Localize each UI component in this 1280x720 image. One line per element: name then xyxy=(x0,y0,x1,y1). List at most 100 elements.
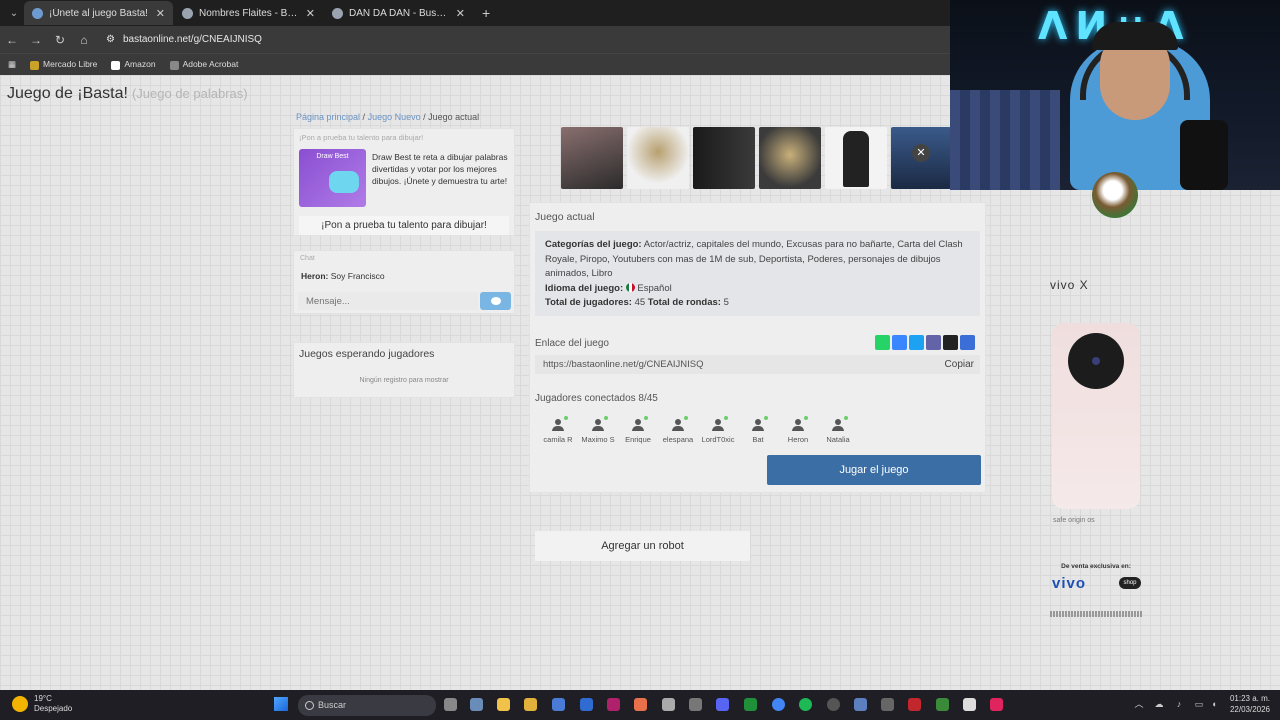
taskbar-search[interactable]: Buscar xyxy=(298,695,436,716)
tab-list-icon[interactable]: ⌄ xyxy=(4,8,24,19)
discord-icon[interactable] xyxy=(716,698,729,711)
ad-thumbnail[interactable] xyxy=(693,127,755,189)
url-field[interactable]: ⚙ bastaonline.net/g/CNEAIJNISQ xyxy=(106,34,262,45)
close-tab-icon[interactable]: ✕ xyxy=(306,7,315,20)
twitter-icon[interactable] xyxy=(909,335,924,350)
bookmark-label: Adobe Acrobat xyxy=(182,59,239,70)
side-advertisement[interactable]: vivo X safe origin os De venta exclusiva… xyxy=(1047,265,1145,625)
chrome-icon[interactable] xyxy=(772,698,785,711)
mic-icon[interactable]: ♪ xyxy=(1174,699,1184,709)
app-icon[interactable] xyxy=(689,698,702,711)
browser-tab[interactable]: Nombres Flaites - Buscar con G ✕ xyxy=(174,1,323,25)
player-item: Heron xyxy=(778,416,818,444)
game-link-field[interactable]: https://bastaonline.net/g/CNEAIJNISQ Cop… xyxy=(535,355,980,374)
ad-thumbnail[interactable] xyxy=(759,127,821,189)
windows-start-icon[interactable] xyxy=(274,697,288,711)
snapchat-icon[interactable] xyxy=(943,335,958,350)
player-item: Maximo S xyxy=(578,416,618,444)
whatsapp-icon[interactable] xyxy=(875,335,890,350)
browser-tab-active[interactable]: ¡Únete al juego Basta! ✕ xyxy=(24,1,173,25)
app-icon[interactable] xyxy=(881,698,894,711)
display-icon[interactable]: ▭ xyxy=(1194,699,1204,709)
close-tab-icon[interactable]: ✕ xyxy=(456,7,465,20)
chevron-up-icon[interactable]: ︿ xyxy=(1090,556,1100,571)
speaker-icon[interactable]: ◖ xyxy=(1209,699,1219,709)
tf-icon[interactable] xyxy=(908,698,921,711)
back-icon[interactable]: ← xyxy=(6,33,18,47)
steam-icon[interactable] xyxy=(827,698,840,711)
next-app-icon[interactable] xyxy=(607,698,620,711)
docs-icon[interactable] xyxy=(580,698,593,711)
bookmark-adobe[interactable]: Adobe Acrobat xyxy=(169,59,239,70)
bed-background xyxy=(950,90,1060,190)
messenger-icon[interactable] xyxy=(892,335,907,350)
ad-thumbnail[interactable] xyxy=(627,127,689,189)
home-icon[interactable]: ⌂ xyxy=(78,33,90,47)
browser-tab[interactable]: DAN DA DAN - Buscar con Goo ✕ xyxy=(324,1,473,25)
game-header: Juego actual xyxy=(535,211,595,223)
clock[interactable]: 01:23 a. m. 22/03/2026 xyxy=(1230,693,1270,715)
player-item: LordT0xic xyxy=(698,416,738,444)
play-game-button[interactable]: Jugar el juego xyxy=(767,455,981,485)
share-plus-icon[interactable] xyxy=(960,335,975,350)
apps-icon[interactable]: ▦ xyxy=(8,59,16,70)
categories-label: Categorías del juego: xyxy=(545,239,642,250)
teams-icon[interactable] xyxy=(926,335,941,350)
bookmark-mercado-libre[interactable]: Mercado Libre xyxy=(30,59,97,70)
user-icon xyxy=(752,419,764,431)
draw-best-image[interactable]: Draw Best xyxy=(299,149,366,207)
url-text: bastaonline.net/g/CNEAIJNISQ xyxy=(122,34,262,45)
folder-icon[interactable] xyxy=(524,698,537,711)
ad-thumbnail[interactable] xyxy=(561,127,623,189)
capcut-icon[interactable] xyxy=(963,698,976,711)
settings-icon[interactable] xyxy=(470,698,483,711)
copy-button[interactable]: Copiar xyxy=(945,355,974,374)
weather-widget[interactable]: 19°C Despejado xyxy=(12,694,72,714)
chat-bubble-icon xyxy=(491,297,501,305)
bookmark-amazon[interactable]: Amazon xyxy=(111,59,156,70)
file-explorer-icon[interactable] xyxy=(497,698,510,711)
network-icon[interactable]: ☁ xyxy=(1154,699,1164,709)
chat-text: Soy Francisco xyxy=(330,271,385,281)
add-robot-button[interactable]: Agregar un robot xyxy=(535,531,750,561)
online-dot xyxy=(804,416,808,420)
chat-header: Chat xyxy=(300,255,315,262)
user-icon xyxy=(632,419,644,431)
chat-card: Chat Heron: Soy Francisco xyxy=(293,250,515,314)
online-dot xyxy=(564,416,568,420)
adobe-icon xyxy=(169,60,179,70)
forward-icon[interactable]: → xyxy=(30,33,42,47)
excel-icon[interactable] xyxy=(744,698,757,711)
tab-title: ¡Únete al juego Basta! xyxy=(49,7,148,19)
mexico-flag-icon xyxy=(625,283,635,293)
breadcrumb-new-game[interactable]: Juego Nuevo xyxy=(368,112,421,122)
phone-image xyxy=(1052,323,1140,509)
page-title-text: Juego de ¡Basta! xyxy=(7,85,128,102)
outlook-icon[interactable] xyxy=(552,698,565,711)
obs-icon[interactable] xyxy=(662,698,675,711)
send-button[interactable] xyxy=(480,292,511,310)
breadcrumb-home[interactable]: Página principal xyxy=(296,112,360,122)
link-label: Enlace del juego xyxy=(535,338,609,349)
new-tab-button[interactable]: + xyxy=(474,5,498,21)
spotify-icon[interactable] xyxy=(799,698,812,711)
webcam-overlay: ɅИ∪Ʌ xyxy=(950,0,1280,190)
task-view-icon[interactable] xyxy=(444,698,457,711)
promo-button[interactable]: ¡Pon a prueba tu talento para dibujar! xyxy=(299,216,509,235)
chevron-up-icon[interactable]: ︿ xyxy=(1134,699,1144,709)
ad-thumbnail[interactable] xyxy=(825,127,887,189)
site-info-icon[interactable]: ⚙ xyxy=(106,34,115,45)
player-name: Natalia xyxy=(826,435,850,444)
chat-input[interactable] xyxy=(298,292,478,310)
game-link: https://bastaonline.net/g/CNEAIJNISQ xyxy=(543,359,704,370)
reload-icon[interactable]: ↻ xyxy=(54,33,66,47)
streamer-cap xyxy=(1092,22,1178,50)
photos-icon[interactable] xyxy=(634,698,647,711)
app-icon[interactable] xyxy=(936,698,949,711)
player-item: Bat xyxy=(738,416,778,444)
tiktok-icon[interactable] xyxy=(990,698,1003,711)
online-dot xyxy=(604,416,608,420)
app-icon[interactable] xyxy=(854,698,867,711)
close-tab-icon[interactable]: ✕ xyxy=(156,7,165,20)
close-ad-icon[interactable]: ✕ xyxy=(912,144,930,162)
